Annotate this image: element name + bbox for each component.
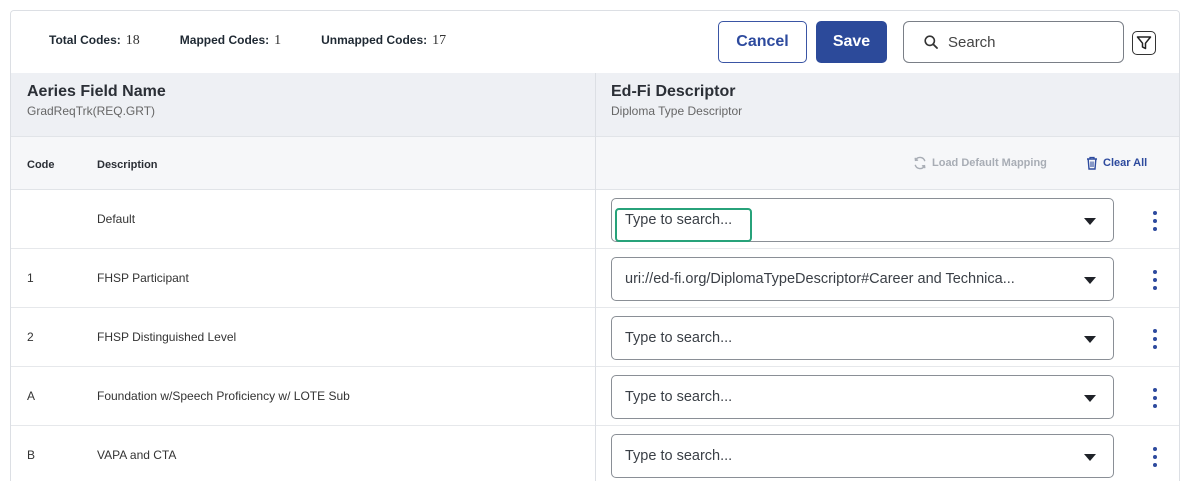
row-description: FHSP Distinguished Level	[97, 330, 237, 344]
description-column-header: Description	[97, 159, 158, 171]
aeries-field-title: Aeries Field Name	[27, 83, 166, 100]
load-default-mapping-label: Load Default Mapping	[932, 157, 1047, 169]
row-menu-button[interactable]	[1151, 211, 1159, 231]
unmapped-codes-value: 17	[432, 33, 447, 48]
edfi-descriptor-header: Ed-Fi Descriptor Diploma Type Descriptor	[611, 83, 742, 118]
filter-icon	[1136, 36, 1152, 50]
mapped-codes-value: 1	[274, 33, 282, 48]
caret-down-icon	[1084, 336, 1096, 343]
refresh-icon	[914, 156, 926, 170]
aeries-field-header: Aeries Field Name GradReqTrk(REQ.GRT)	[27, 83, 166, 118]
caret-down-icon	[1084, 454, 1096, 461]
row-description: FHSP Participant	[97, 271, 189, 285]
toolbar: Total Codes: 18 Mapped Codes: 1 Unmapped…	[11, 11, 1179, 73]
descriptor-select-value: Type to search...	[625, 330, 733, 346]
aeries-field-subtitle: GradReqTrk(REQ.GRT)	[27, 104, 156, 118]
total-codes-label: Total Codes:	[49, 33, 121, 47]
trash-icon	[1087, 156, 1097, 170]
descriptor-select[interactable]: Type to search...	[611, 198, 1114, 242]
save-button[interactable]: Save	[816, 21, 887, 63]
row-code: 1	[27, 271, 34, 285]
row-code: B	[27, 448, 36, 462]
row-menu-button[interactable]	[1151, 270, 1159, 290]
row-menu-button[interactable]	[1151, 447, 1159, 467]
mapped-codes-label: Mapped Codes:	[179, 33, 270, 47]
descriptor-select[interactable]: Type to search...	[611, 375, 1114, 419]
edfi-descriptor-title: Ed-Fi Descriptor	[611, 83, 736, 100]
descriptor-select[interactable]: uri://ed-fi.org/DiplomaTypeDescriptor#Ca…	[611, 257, 1114, 301]
descriptor-select-value: Type to search...	[625, 389, 733, 405]
clear-all-label: Clear All	[1103, 157, 1148, 169]
total-codes-value: 18	[125, 33, 140, 48]
filter-button[interactable]	[1132, 31, 1156, 55]
descriptor-select-value: Type to search...	[625, 212, 733, 228]
total-codes-stat: Total Codes: 18	[49, 33, 140, 49]
unmapped-codes-stat: Unmapped Codes: 17	[321, 33, 446, 49]
search-input[interactable]	[948, 33, 1118, 51]
descriptor-select[interactable]: Type to search...	[611, 434, 1114, 478]
caret-down-icon	[1084, 395, 1096, 402]
row-description: VAPA and CTA	[97, 448, 177, 462]
code-stats: Total Codes: 18 Mapped Codes: 1 Unmapped…	[49, 33, 486, 49]
row-menu-button[interactable]	[1151, 388, 1159, 408]
row-description: Default	[97, 212, 136, 226]
unmapped-codes-label: Unmapped Codes:	[321, 33, 428, 47]
caret-down-icon	[1084, 218, 1096, 225]
edfi-descriptor-subtitle: Diploma Type Descriptor	[611, 104, 743, 118]
search-box[interactable]	[903, 21, 1124, 63]
search-icon	[924, 35, 938, 49]
code-column-header: Code	[27, 159, 55, 171]
row-code: A	[27, 389, 36, 403]
clear-all-button[interactable]: Clear All	[1086, 156, 1147, 170]
descriptor-select-value: uri://ed-fi.org/DiplomaTypeDescriptor#Ca…	[625, 271, 1015, 287]
row-code: 2	[27, 330, 34, 344]
descriptor-select[interactable]: Type to search...	[611, 316, 1114, 360]
mapped-codes-stat: Mapped Codes: 1	[180, 33, 281, 49]
row-menu-button[interactable]	[1151, 329, 1159, 349]
caret-down-icon	[1084, 277, 1096, 284]
mapping-panel: Total Codes: 18 Mapped Codes: 1 Unmapped…	[10, 10, 1180, 481]
row-description: Foundation w/Speech Proficiency w/ LOTE …	[97, 389, 350, 403]
load-default-mapping-button[interactable]: Load Default Mapping	[913, 156, 1047, 170]
cancel-button[interactable]: Cancel	[718, 21, 807, 63]
descriptor-select-value: Type to search...	[625, 448, 733, 464]
column-divider	[595, 73, 596, 481]
